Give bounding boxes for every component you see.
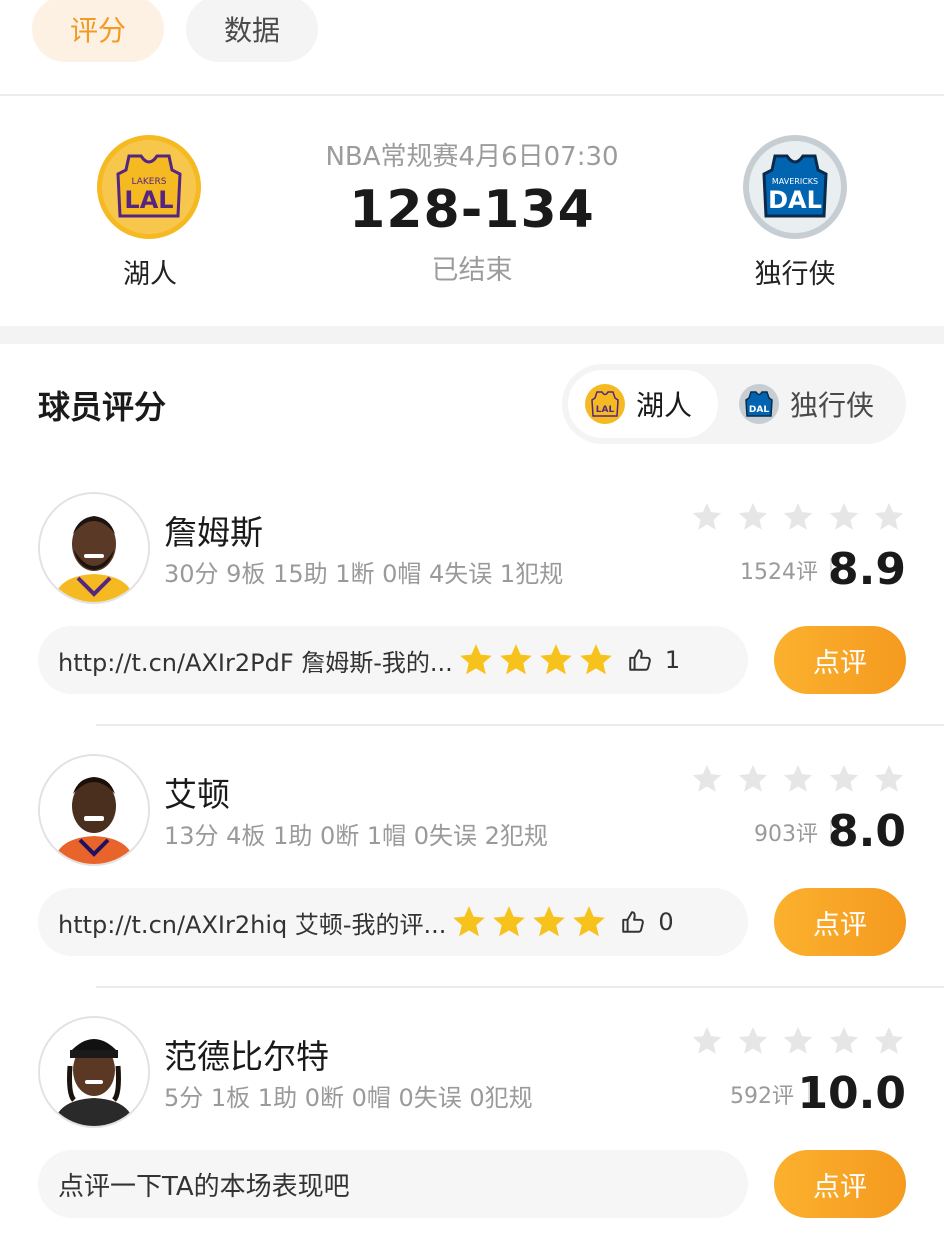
match-status: 已结束: [431, 255, 513, 286]
section-title: 球员评分: [38, 388, 167, 426]
player-rating: 8.0: [828, 806, 906, 857]
match-header: LAKERS LAL 湖人 NBA常规赛4月6日07:30 128-134 已结…: [0, 98, 944, 326]
player-name: 詹姆斯: [164, 513, 263, 552]
review-button[interactable]: 点评: [774, 626, 906, 694]
tab-data[interactable]: 数据: [186, 0, 318, 62]
team-switch: LAL 湖人 DAL 独行侠: [562, 364, 906, 444]
star-empty-icon[interactable]: [872, 500, 906, 534]
star-empty-icon[interactable]: [736, 500, 770, 534]
player-card: 艾顿 13分 4板 1助 0断 1帽 0失误 2犯规 903评 8.0 http…: [0, 754, 944, 1016]
match-meta: NBA常规赛4月6日07:30: [325, 142, 619, 172]
like-count: 0: [658, 908, 674, 936]
top-tab-bar: 评分 数据: [0, 0, 944, 96]
thumbs-up-icon[interactable]: [627, 647, 653, 673]
star-empty-icon[interactable]: [736, 762, 770, 796]
star-filled-icon: [493, 906, 526, 937]
player-stats: 13分 4板 1助 0断 1帽 0失误 2犯规: [164, 822, 548, 850]
player-rating: 10.0: [797, 1068, 906, 1119]
svg-text:DAL: DAL: [749, 405, 769, 415]
rate-stars[interactable]: [690, 762, 906, 796]
lakers-mini-logo-icon: LAL: [584, 383, 626, 425]
star-filled-icon: [573, 906, 606, 937]
svg-text:DAL: DAL: [768, 186, 822, 214]
mavericks-logo[interactable]: MAVERICKS DAL: [742, 134, 848, 240]
comment-stars: [450, 903, 610, 941]
review-count: 1524评: [740, 560, 818, 585]
rate-stars[interactable]: [690, 500, 906, 534]
star-empty-icon[interactable]: [827, 762, 861, 796]
switch-lakers-label: 湖人: [636, 389, 693, 422]
row-divider: [96, 986, 944, 988]
review-button[interactable]: 点评: [774, 888, 906, 956]
tab-rating[interactable]: 评分: [32, 0, 164, 62]
star-empty-icon[interactable]: [736, 1024, 770, 1058]
home-team-name: 湖人: [123, 259, 177, 290]
player-card: 詹姆斯 30分 9板 15助 1断 0帽 4失误 1犯规 1524评 8.9 h…: [0, 492, 944, 754]
player-stats: 30分 9板 15助 1断 0帽 4失误 1犯规: [164, 560, 564, 588]
star-empty-icon[interactable]: [827, 500, 861, 534]
star-empty-icon[interactable]: [690, 1024, 724, 1058]
svg-text:MAVERICKS: MAVERICKS: [772, 177, 818, 186]
review-button[interactable]: 点评: [774, 1150, 906, 1218]
lakers-logo[interactable]: LAKERS LAL: [96, 134, 202, 240]
star-empty-icon[interactable]: [827, 1024, 861, 1058]
player-avatar[interactable]: [38, 1016, 150, 1128]
comment-placeholder: 点评一下TA的本场表现吧: [58, 1171, 350, 1202]
top-comment[interactable]: http://t.cn/AXIr2PdF 詹姆斯-我的... 1: [38, 626, 748, 694]
comment-text: http://t.cn/AXIr2hiq 艾顿-我的评...: [58, 910, 447, 939]
star-filled-icon: [539, 644, 572, 675]
star-empty-icon[interactable]: [781, 1024, 815, 1058]
star-empty-icon[interactable]: [872, 762, 906, 796]
star-empty-icon[interactable]: [872, 1024, 906, 1058]
row-divider: [96, 724, 944, 726]
match-score: 128-134: [349, 180, 595, 240]
star-empty-icon[interactable]: [781, 762, 815, 796]
star-filled-icon: [533, 906, 566, 937]
rate-stars[interactable]: [690, 1024, 906, 1058]
thumbs-up-icon[interactable]: [620, 909, 646, 935]
star-empty-icon[interactable]: [690, 500, 724, 534]
star-filled-icon: [459, 644, 492, 675]
comment-stars: [457, 641, 617, 679]
review-count: 592评: [730, 1084, 794, 1109]
svg-text:LAL: LAL: [124, 186, 173, 214]
review-count: 903评: [754, 822, 818, 847]
star-filled-icon: [453, 906, 486, 937]
star-filled-icon: [579, 644, 612, 675]
player-avatar[interactable]: [38, 492, 150, 604]
mavericks-mini-logo-icon: DAL: [738, 383, 780, 425]
switch-mavericks[interactable]: DAL 独行侠: [730, 370, 900, 438]
player-rating: 8.9: [828, 544, 906, 595]
player-card: 范德比尔特 5分 1板 1助 0断 0帽 0失误 0犯规 592评 10.0 点…: [0, 1016, 944, 1245]
player-name: 艾顿: [164, 775, 230, 814]
like-count: 1: [664, 646, 681, 674]
switch-mavericks-label: 独行侠: [790, 389, 875, 422]
star-filled-icon: [499, 644, 532, 675]
switch-lakers[interactable]: LAL 湖人: [568, 370, 718, 438]
star-empty-icon[interactable]: [690, 762, 724, 796]
player-stats: 5分 1板 1助 0断 0帽 0失误 0犯规: [164, 1084, 533, 1112]
away-team-name: 独行侠: [754, 259, 836, 290]
top-comment[interactable]: http://t.cn/AXIr2hiq 艾顿-我的评... 0: [38, 888, 748, 956]
section-divider: [0, 326, 944, 344]
comment-text: http://t.cn/AXIr2PdF 詹姆斯-我的...: [58, 648, 453, 677]
comment-prompt[interactable]: 点评一下TA的本场表现吧: [38, 1150, 748, 1218]
star-empty-icon[interactable]: [781, 500, 815, 534]
player-avatar[interactable]: [38, 754, 150, 866]
player-name: 范德比尔特: [164, 1037, 329, 1076]
svg-text:LAL: LAL: [596, 405, 615, 415]
